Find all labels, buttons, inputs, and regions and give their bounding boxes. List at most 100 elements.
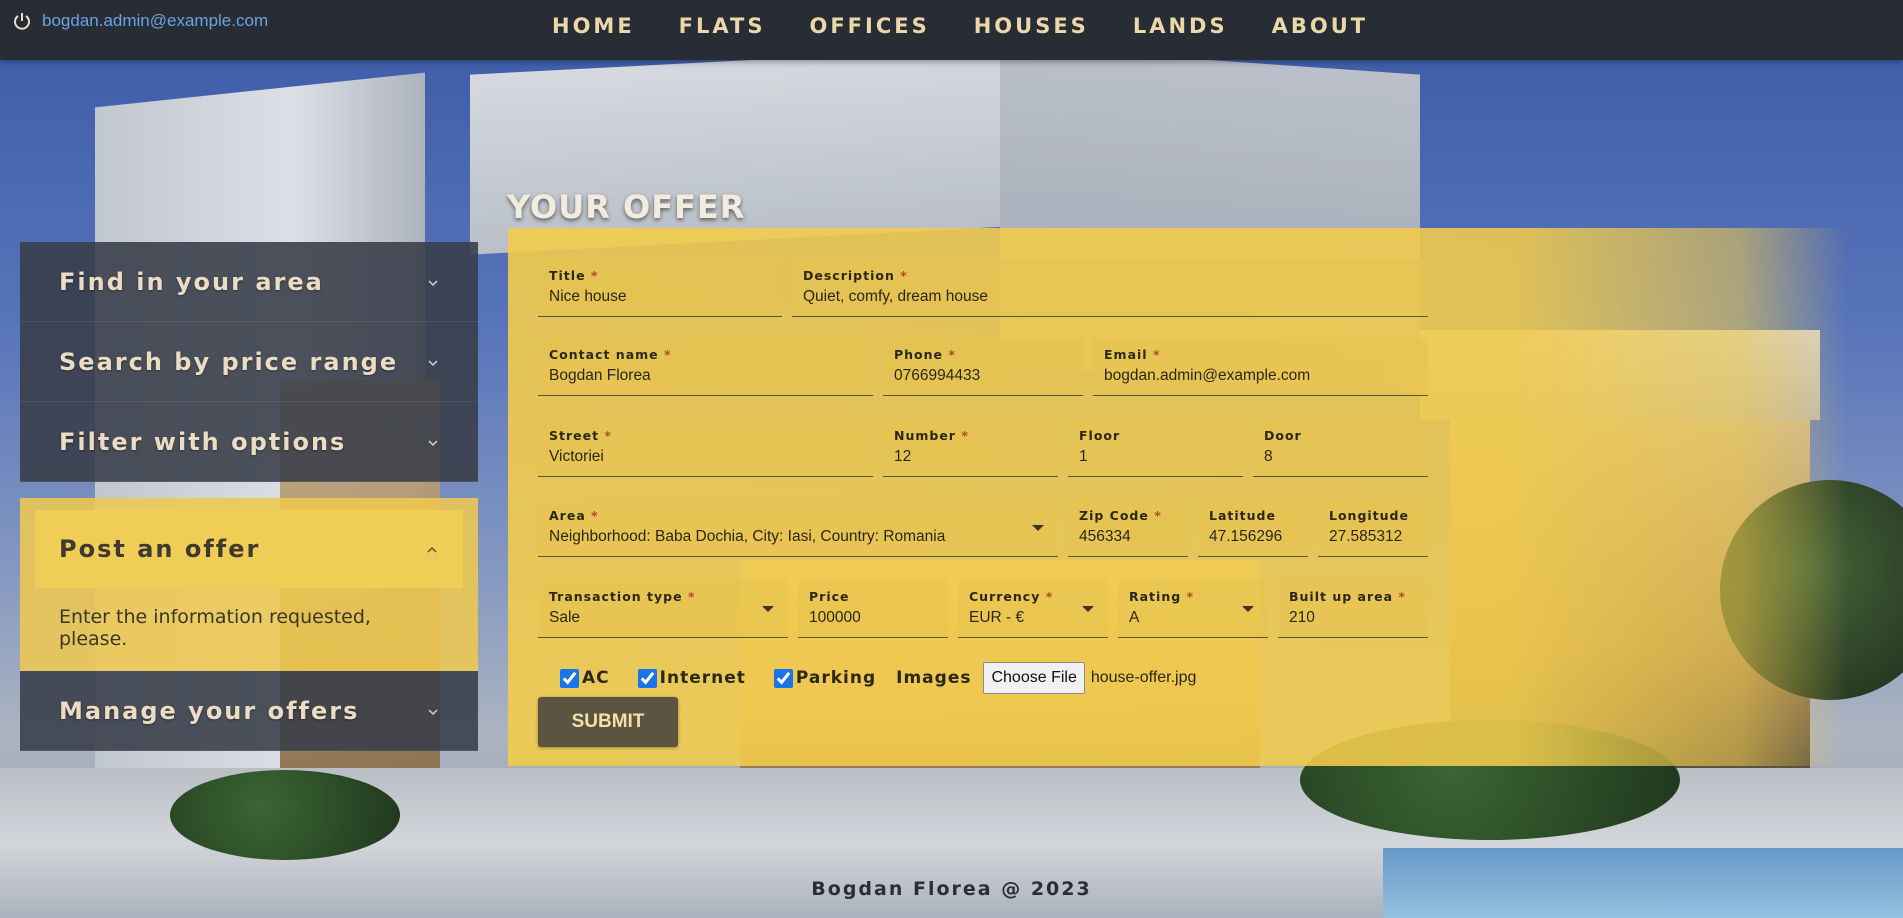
ac-checkbox[interactable]: AC — [560, 668, 610, 688]
field-label: Area — [549, 508, 586, 523]
ac-checkbox-input[interactable] — [560, 668, 579, 688]
required-marker: * — [604, 428, 612, 443]
field-label: Price — [809, 589, 850, 604]
field-value: 12 — [894, 448, 912, 465]
checkbox-label: AC — [582, 668, 610, 688]
phone-field[interactable]: Phone * 0766994433 — [883, 338, 1083, 396]
nav-lands[interactable]: LANDS — [1111, 12, 1250, 40]
choose-file-button[interactable]: Choose File — [983, 662, 1085, 694]
required-marker: * — [664, 347, 672, 362]
field-value: Neighborhood: Baba Dochia, City: Iasi, C… — [549, 528, 946, 545]
accordion-find-area: Find in your area — [20, 242, 478, 322]
accordion-header-price-range[interactable]: Search by price range — [20, 322, 478, 401]
required-marker: * — [687, 589, 696, 604]
chevron-down-icon — [426, 435, 440, 449]
field-label: Currency — [969, 589, 1041, 604]
email-field[interactable]: Email * bogdan.admin@example.com — [1093, 338, 1428, 396]
user-info: bogdan.admin@example.com — [12, 11, 268, 31]
price-field[interactable]: Price 100000 — [798, 580, 948, 638]
field-value: 8 — [1264, 448, 1273, 465]
power-icon[interactable] — [12, 11, 32, 31]
currency-select[interactable]: Currency * EUR - € — [958, 580, 1108, 638]
nav-offices[interactable]: OFFICES — [787, 12, 951, 40]
built-up-area-field[interactable]: Built up area * 210 — [1278, 580, 1428, 638]
field-label: Title — [549, 268, 586, 283]
description-field[interactable]: Description * Quiet, comfy, dream house — [792, 259, 1428, 317]
field-value: EUR - € — [969, 609, 1025, 626]
file-name: house-offer.jpg — [1090, 669, 1197, 686]
images-label: Images — [896, 668, 972, 688]
submit-button[interactable]: SUBMIT — [538, 697, 678, 747]
accordion-post-offer: Post an offer Enter the information requ… — [20, 498, 478, 671]
field-value: bogdan.admin@example.com — [1104, 367, 1311, 384]
dropdown-arrow-icon — [1242, 606, 1254, 612]
field-value: Quiet, comfy, dream house — [803, 288, 988, 305]
accordion-header-manage-offers[interactable]: Manage your offers — [20, 671, 478, 750]
required-marker: * — [591, 508, 599, 523]
field-value: Victoriei — [549, 448, 604, 465]
dropdown-arrow-icon — [1082, 606, 1094, 612]
field-value: Bogdan Florea — [549, 367, 651, 384]
options-row: AC Internet Parking Images Choose File h… — [560, 662, 1196, 694]
field-label: Street — [549, 428, 600, 443]
field-value: Nice house — [549, 288, 627, 305]
field-label: Transaction type — [549, 589, 683, 604]
field-label: Latitude — [1209, 508, 1276, 523]
zip-code-field[interactable]: Zip Code * 456334 — [1068, 499, 1188, 557]
top-navbar: bogdan.admin@example.com HOME FLATS OFFI… — [0, 0, 1903, 60]
transaction-type-select[interactable]: Transaction type * Sale — [538, 580, 788, 638]
parking-checkbox[interactable]: Parking — [773, 668, 876, 688]
floor-field[interactable]: Floor 1 — [1068, 419, 1243, 477]
dropdown-arrow-icon — [762, 606, 774, 612]
nav-houses[interactable]: HOUSES — [952, 12, 1111, 40]
accordion-filter-options: Filter with options — [20, 402, 478, 482]
internet-checkbox[interactable]: Internet — [637, 668, 746, 688]
accordion-manage-offers: Manage your offers — [20, 671, 478, 751]
field-label: Zip Code — [1079, 508, 1149, 523]
field-value: 0766994433 — [894, 367, 981, 384]
accordion-title: Post an offer — [59, 535, 261, 563]
accordion-title: Filter with options — [59, 427, 347, 456]
required-marker: * — [1186, 589, 1195, 604]
accordion-header-filter-options[interactable]: Filter with options — [20, 402, 478, 481]
title-field[interactable]: Title * Nice house — [538, 259, 782, 317]
required-marker: * — [1152, 347, 1161, 362]
door-field[interactable]: Door 8 — [1253, 419, 1428, 477]
required-marker: * — [948, 347, 956, 362]
accordion-header-find-area[interactable]: Find in your area — [20, 242, 478, 321]
area-select[interactable]: Area * Neighborhood: Baba Dochia, City: … — [538, 499, 1058, 557]
field-label: Contact name — [549, 347, 659, 362]
internet-checkbox-input[interactable] — [637, 668, 657, 688]
field-label: Phone — [894, 347, 944, 362]
offer-heading: YOUR OFFER — [507, 188, 746, 226]
checkbox-label: Internet — [659, 668, 746, 688]
field-label: Floor — [1079, 428, 1121, 443]
accordion-title: Search by price range — [59, 347, 399, 376]
number-field[interactable]: Number * 12 — [883, 419, 1058, 477]
rating-select[interactable]: Rating * A — [1118, 580, 1268, 638]
chevron-up-icon — [425, 542, 439, 556]
accordion-body-text: Enter the information requested, please. — [59, 606, 371, 650]
parking-checkbox-input[interactable] — [773, 668, 793, 688]
dropdown-arrow-icon — [1032, 525, 1044, 531]
accordion-header-post-offer[interactable]: Post an offer — [35, 510, 463, 588]
accordion-price-range: Search by price range — [20, 322, 478, 402]
sidebar-accordion: Find in your area Search by price range … — [20, 242, 478, 751]
contact-name-field[interactable]: Contact name * Bogdan Florea — [538, 338, 873, 396]
required-marker: * — [961, 428, 969, 443]
nav-home[interactable]: HOME — [530, 12, 657, 40]
field-label: Description — [803, 268, 895, 283]
street-field[interactable]: Street * Victoriei — [538, 419, 873, 477]
field-value: Sale — [549, 609, 581, 626]
required-marker: * — [1398, 589, 1406, 604]
field-label: Email — [1104, 347, 1148, 362]
footer-text: Bogdan Florea @ 2023 — [811, 878, 1092, 900]
field-label: Longitude — [1329, 508, 1409, 523]
chevron-down-icon — [426, 704, 440, 718]
nav-about[interactable]: ABOUT — [1250, 12, 1391, 40]
nav-flats[interactable]: FLATS — [657, 12, 788, 40]
longitude-field[interactable]: Longitude 27.585312 — [1318, 499, 1428, 557]
latitude-field[interactable]: Latitude 47.156296 — [1198, 499, 1308, 557]
field-value: A — [1129, 609, 1140, 626]
user-email[interactable]: bogdan.admin@example.com — [42, 11, 268, 31]
